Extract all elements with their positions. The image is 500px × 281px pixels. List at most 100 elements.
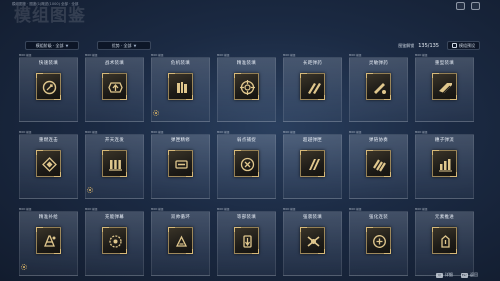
heavy-reload-icon <box>432 73 457 100</box>
card-name: 强化连装 <box>368 215 389 220</box>
mod-card[interactable]: MOD 模组 超越弹匣 <box>281 128 344 205</box>
card-tag: MOD 模组 <box>415 131 428 134</box>
card-name: 穗子弹流 <box>434 138 455 143</box>
card-name: 弹链协奏 <box>368 138 389 143</box>
mod-card[interactable]: MOD 模组 弹链协奏 <box>347 128 410 205</box>
card-tag: MOD 模组 <box>217 208 230 211</box>
agile-ammo-icon <box>366 73 391 100</box>
ammo-chain-icon <box>366 150 391 177</box>
filter-dropdown-label: 模组阶级 · 全部 <box>35 42 64 48</box>
charged-barrage-icon <box>102 227 127 254</box>
card-name: 长距弹药 <box>302 61 323 66</box>
hint-back[interactable]: Esc 返回 <box>460 272 478 278</box>
breadcrumb: 模组图鉴 · 图鉴(1)概述(1000) 全部 · 全部 <box>12 2 79 6</box>
card-tag: MOD 模组 <box>217 54 230 57</box>
card-name: 精准装填 <box>236 61 257 66</box>
mod-card[interactable]: MOD 模组 元素推进 <box>413 205 476 281</box>
card-name: 弹匣精修 <box>170 138 191 143</box>
precision-reload-icon <box>234 73 259 100</box>
card-name: 开天连发 <box>104 138 125 143</box>
chevron-down-icon: ▼ <box>65 43 69 48</box>
assault-reload-icon <box>300 227 325 254</box>
card-tag: MOD 模组 <box>85 131 98 134</box>
hint-label: 详细 <box>444 272 453 277</box>
crisis-reload-icon <box>168 73 193 100</box>
collection-count: 135/135 <box>418 42 439 49</box>
mod-card[interactable]: MOD 模组 双帅循环 <box>149 205 212 281</box>
magazine-icon <box>168 150 193 177</box>
combo-icon <box>36 150 61 177</box>
card-name: 危机装填 <box>170 61 191 66</box>
collection-progress: 图鉴解锁 135/135 模组预设 <box>398 41 480 50</box>
mod-card[interactable]: MOD 模组 弹匣精修 <box>149 128 212 205</box>
chevron-down-icon: ▼ <box>133 43 137 48</box>
top-toolbar <box>456 2 480 10</box>
mod-card[interactable]: MOD 模组 穗子弹流 <box>413 128 476 205</box>
mod-card[interactable]: MOD 模组 强化连装 <box>347 205 410 281</box>
mod-card[interactable]: MOD 模组 战术装填 <box>83 51 146 128</box>
mod-card[interactable]: MOD 模组 危机装填 <box>149 51 212 128</box>
filter-dropdown-advantage[interactable]: 优势 · 全部 ▼ <box>97 41 151 50</box>
mod-card[interactable]: MOD 模组 弱点捕捉 <box>215 128 278 205</box>
long-range-ammo-icon <box>300 73 325 100</box>
gear-icon <box>153 110 159 116</box>
card-tag: MOD 模组 <box>349 208 362 211</box>
card-name: 灵敏弹药 <box>368 61 389 66</box>
key-esc: Esc <box>460 272 468 278</box>
cycle-icon <box>168 227 193 254</box>
card-name: 战术装填 <box>104 61 125 66</box>
card-tag: MOD 模组 <box>349 54 362 57</box>
burst-fire-icon <box>102 150 127 177</box>
partial-reload-icon <box>234 227 259 254</box>
card-tag: MOD 模组 <box>151 208 164 211</box>
mod-card[interactable]: MOD 模组 充能弹幕 <box>83 205 146 281</box>
mod-card[interactable]: MOD 模组 灵敏弹药 <box>347 51 410 128</box>
mod-card[interactable]: MOD 模组 精准装填 <box>215 51 278 128</box>
key-q: Q <box>435 272 443 278</box>
mod-card[interactable]: MOD 模组 重燃连击 <box>17 128 80 205</box>
close-icon[interactable] <box>471 2 480 10</box>
mod-card[interactable]: MOD 模组 开天连发 <box>83 128 146 205</box>
card-name: 快速装填 <box>38 61 59 66</box>
card-name: 精准补给 <box>38 215 59 220</box>
precision-supply-icon <box>36 227 61 254</box>
filter-dropdown-label: 优势 · 全部 <box>111 42 132 48</box>
card-tag: MOD 模组 <box>85 208 98 211</box>
reload-icon <box>36 73 61 100</box>
overflow-magazine-icon <box>300 150 325 177</box>
key-hints: Q 详细 Esc 返回 <box>435 272 478 278</box>
card-name: 充能弹幕 <box>104 215 125 220</box>
card-tag: MOD 模组 <box>85 54 98 57</box>
card-tag: MOD 模组 <box>283 54 296 57</box>
card-tag: MOD 模组 <box>151 131 164 134</box>
card-tag: MOD 模组 <box>283 208 296 211</box>
filter-bar: 模组阶级 · 全部 ▼ 优势 · 全部 ▼ <box>25 41 151 50</box>
hint-detail[interactable]: Q 详细 <box>435 272 453 278</box>
gear-icon <box>87 187 93 193</box>
collection-label: 图鉴解锁 <box>398 42 415 48</box>
card-tag: MOD 模组 <box>415 208 428 211</box>
mod-card[interactable]: MOD 模组 长距弹药 <box>281 51 344 128</box>
mod-card[interactable]: MOD 模组 重型装填 <box>413 51 476 128</box>
mod-card[interactable]: MOD 模组 快速装填 <box>17 51 80 128</box>
gear-icon <box>21 264 27 270</box>
card-tag: MOD 模组 <box>151 54 164 57</box>
mod-card-grid: MOD 模组 快速装填 MOD 模组 战术装填 MOD 模组 危机装填 MOD … <box>17 51 476 281</box>
card-tag: MOD 模组 <box>19 131 32 134</box>
element-push-icon <box>432 227 457 254</box>
weakpoint-icon <box>234 150 259 177</box>
mod-card[interactable]: MOD 模组 精准补给 <box>17 205 80 281</box>
window-icon[interactable] <box>456 2 465 10</box>
bullet-stream-icon <box>432 150 457 177</box>
filter-dropdown-rank[interactable]: 模组阶级 · 全部 ▼ <box>25 41 79 50</box>
mod-card[interactable]: MOD 模组 等部装填 <box>215 205 278 281</box>
card-tag: MOD 模组 <box>19 208 32 211</box>
card-tag: MOD 模组 <box>19 54 32 57</box>
mod-preset-button[interactable]: 模组预设 <box>447 41 480 50</box>
card-name: 弱点捕捉 <box>236 138 257 143</box>
card-tag: MOD 模组 <box>283 131 296 134</box>
card-name: 元素推进 <box>434 215 455 220</box>
card-name: 双帅循环 <box>170 215 191 220</box>
card-name: 强袭装填 <box>302 215 323 220</box>
mod-card[interactable]: MOD 模组 强袭装填 <box>281 205 344 281</box>
